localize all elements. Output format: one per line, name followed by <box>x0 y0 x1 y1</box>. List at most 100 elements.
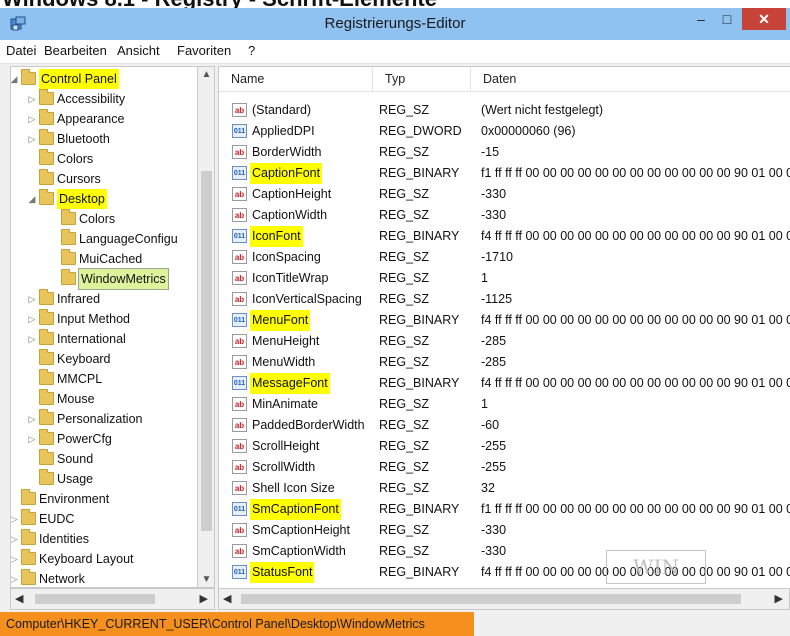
tree-item-keyboard[interactable]: Keyboard <box>11 349 197 369</box>
tree-item-keyboard-layout[interactable]: ▷ Keyboard Layout <box>11 549 197 569</box>
menu-bar: Datei Bearbeiten Ansicht Favoriten ? <box>0 40 790 64</box>
tree-item-control-panel[interactable]: ◢ Control Panel <box>11 69 197 89</box>
value-row[interactable]: ab IconTitleWrap REG_SZ 1 <box>219 268 790 289</box>
expand-toggle-icon[interactable]: ▷ <box>27 329 37 349</box>
tree-item-mmcpl[interactable]: MMCPL <box>11 369 197 389</box>
value-row[interactable]: ab MenuHeight REG_SZ -285 <box>219 331 790 352</box>
minimize-button[interactable]: – <box>688 8 714 30</box>
value-row[interactable]: ab CaptionWidth REG_SZ -330 <box>219 205 790 226</box>
tree-item-usage[interactable]: Usage <box>11 469 197 489</box>
menu-datei[interactable]: Datei <box>6 40 36 62</box>
window-title: Registrierungs-Editor <box>324 15 466 32</box>
tree-horizontal-scrollbar[interactable]: ◀ ▶ <box>10 588 215 610</box>
folder-icon <box>21 509 36 525</box>
expand-toggle-icon[interactable]: ▷ <box>11 549 19 569</box>
column-header-name[interactable]: Name <box>219 67 373 91</box>
value-name: Shell Icon Size <box>252 481 335 495</box>
folder-icon <box>21 549 36 565</box>
tree-hscroll-thumb[interactable] <box>35 594 155 604</box>
value-row[interactable]: ab ScrollWidth REG_SZ -255 <box>219 457 790 478</box>
value-row[interactable]: 011 SmCaptionFont REG_BINARY f1 ff ff ff 00… <box>219 499 790 520</box>
value-type: REG_SZ <box>379 355 430 369</box>
scroll-up-icon[interactable]: ▲ <box>198 69 215 80</box>
close-button[interactable]: ✕ <box>742 8 786 30</box>
scroll-right-icon[interactable]: ▶ <box>200 592 208 605</box>
value-row[interactable]: ab CaptionHeight REG_SZ -330 <box>219 184 790 205</box>
value-row[interactable]: ab Shell Icon Size REG_SZ 32 <box>219 478 790 499</box>
value-row[interactable]: ab IconVerticalSpacing REG_SZ -1125 <box>219 289 790 310</box>
tree-vertical-scrollbar[interactable]: ▲ ▼ <box>198 66 215 588</box>
expand-toggle-icon[interactable]: ◢ <box>27 189 37 209</box>
tree-scroll-thumb[interactable] <box>201 171 212 531</box>
expand-toggle-icon[interactable]: ▷ <box>27 409 37 429</box>
values-horizontal-scrollbar[interactable]: ◀ ▶ <box>218 588 790 610</box>
value-row[interactable]: 011 CaptionFont REG_BINARY f1 ff ff ff 00 0… <box>219 163 790 184</box>
value-row[interactable]: ab MenuWidth REG_SZ -285 <box>219 352 790 373</box>
menu-bearbeiten[interactable]: Bearbeiten <box>44 40 107 62</box>
tree-item-appearance[interactable]: ▷ Appearance <box>11 109 197 129</box>
expand-toggle-icon[interactable]: ▷ <box>27 109 37 129</box>
value-row[interactable]: ab PaddedBorderWidth REG_SZ -60 <box>219 415 790 436</box>
expand-toggle-icon[interactable]: ▷ <box>27 129 37 149</box>
tree-item-mouse[interactable]: Mouse <box>11 389 197 409</box>
expand-toggle-icon[interactable]: ▷ <box>27 289 37 309</box>
tree-item-label: LanguageConfigu <box>79 232 178 246</box>
tree-item-infrared[interactable]: ▷ Infrared <box>11 289 197 309</box>
tree-item-bluetooth[interactable]: ▷ Bluetooth <box>11 129 197 149</box>
value-data: -15 <box>481 145 500 159</box>
value-name: MessageFont <box>250 373 330 394</box>
menu-favoriten[interactable]: Favoriten <box>177 40 231 62</box>
tree-item-label: Identities <box>39 532 90 546</box>
tree-item-cursors[interactable]: Cursors <box>11 169 197 189</box>
expand-toggle-icon[interactable]: ▷ <box>11 509 19 529</box>
tree-item-international[interactable]: ▷ International <box>11 329 197 349</box>
values-hscroll-thumb[interactable] <box>241 594 741 604</box>
values-scroll-right-icon[interactable]: ▶ <box>775 592 783 605</box>
value-row[interactable]: ab MinAnimate REG_SZ 1 <box>219 394 790 415</box>
expand-toggle-icon[interactable]: ◢ <box>11 69 19 89</box>
tree-item-colors[interactable]: Colors <box>11 209 197 229</box>
menu-ansicht[interactable]: Ansicht <box>117 40 160 62</box>
expand-toggle-icon[interactable]: ▷ <box>11 529 19 549</box>
value-row[interactable]: ab SmCaptionHeight REG_SZ -330 <box>219 520 790 541</box>
title-bar[interactable]: Registrierungs-Editor – □ ✕ <box>0 8 790 40</box>
expand-toggle-icon[interactable]: ▷ <box>11 569 19 587</box>
tree-item-personalization[interactable]: ▷ Personalization <box>11 409 197 429</box>
page-heading: Windows 8.1 - Registry - Schrift-Element… <box>0 0 790 8</box>
values-scroll-left-icon[interactable]: ◀ <box>223 592 231 605</box>
tree-item-network[interactable]: ▷ Network <box>11 569 197 587</box>
tree-item-identities[interactable]: ▷ Identities <box>11 529 197 549</box>
value-row[interactable]: 011 MessageFont REG_BINARY f4 ff ff ff 00 0… <box>219 373 790 394</box>
folder-icon <box>39 169 54 185</box>
scroll-left-icon[interactable]: ◀ <box>15 592 23 605</box>
menu-help[interactable]: ? <box>248 40 255 62</box>
tree-item-languageconfigu[interactable]: LanguageConfigu <box>11 229 197 249</box>
value-row[interactable]: ab IconSpacing REG_SZ -1710 <box>219 247 790 268</box>
tree-item-muicached[interactable]: MuiCached <box>11 249 197 269</box>
tree-item-windowmetrics[interactable]: WindowMetrics <box>11 268 197 290</box>
column-header-data[interactable]: Daten <box>471 67 790 91</box>
expand-toggle-icon[interactable]: ▷ <box>27 429 37 449</box>
value-row[interactable]: 011 MenuFont REG_BINARY f4 ff ff ff 00 00 0… <box>219 310 790 331</box>
tree-item-sound[interactable]: Sound <box>11 449 197 469</box>
expand-toggle-icon[interactable]: ▷ <box>27 309 37 329</box>
string-value-icon: ab <box>232 187 247 201</box>
tree-item-environment[interactable]: Environment <box>11 489 197 509</box>
tree-item-accessibility[interactable]: ▷ Accessibility <box>11 89 197 109</box>
tree-item-input-method[interactable]: ▷ Input Method <box>11 309 197 329</box>
maximize-button[interactable]: □ <box>714 8 740 30</box>
tree-item-desktop[interactable]: ◢ Desktop <box>11 189 197 209</box>
scroll-down-icon[interactable]: ▼ <box>198 574 215 585</box>
value-row[interactable]: 011 AppliedDPI REG_DWORD 0x00000060 (96) <box>219 121 790 142</box>
value-row[interactable]: ab BorderWidth REG_SZ -15 <box>219 142 790 163</box>
tree-item-powercfg[interactable]: ▷ PowerCfg <box>11 429 197 449</box>
value-row[interactable]: ab (Standard) REG_SZ (Wert nicht festgelegt… <box>219 100 790 121</box>
column-header-type[interactable]: Typ <box>373 67 471 91</box>
value-row[interactable]: ab ScrollHeight REG_SZ -255 <box>219 436 790 457</box>
value-row[interactable]: 011 IconFont REG_BINARY f4 ff ff ff 00 00 0… <box>219 226 790 247</box>
tree-item-eudc[interactable]: ▷ EUDC <box>11 509 197 529</box>
expand-toggle-icon[interactable]: ▷ <box>27 89 37 109</box>
tree-item-colors[interactable]: Colors <box>11 149 197 169</box>
tree-item-label: International <box>57 332 126 346</box>
value-type: REG_BINARY <box>379 565 460 579</box>
